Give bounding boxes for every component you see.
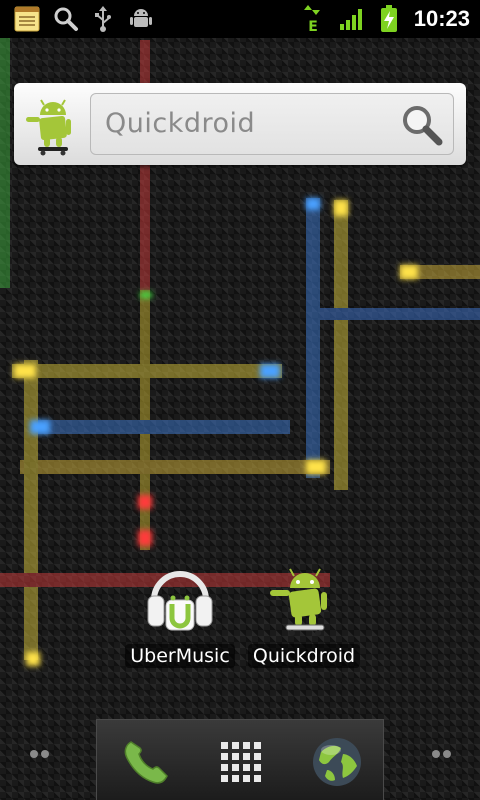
app-shortcut-quickdroid[interactable]: Quickdroid xyxy=(244,560,364,672)
app-label-quickdroid: Quickdroid xyxy=(247,644,361,668)
status-bar: E 10:23 xyxy=(0,0,480,38)
usb-icon xyxy=(92,5,114,33)
app-shortcut-ubermusic[interactable]: UberMusic xyxy=(120,560,240,672)
edge-data-icon: E xyxy=(302,5,324,33)
search-icon[interactable] xyxy=(52,5,80,33)
signal-icon xyxy=(338,5,366,33)
app-label-ubermusic: UberMusic xyxy=(125,644,235,668)
browser-globe-icon[interactable] xyxy=(309,734,365,790)
android-debug-icon xyxy=(128,5,154,33)
magnifier-icon[interactable] xyxy=(399,102,445,148)
search-placeholder: Quickdroid xyxy=(105,108,256,139)
page-indicator-left[interactable] xyxy=(30,750,49,758)
battery-charging-icon xyxy=(378,5,400,33)
search-input[interactable]: Quickdroid xyxy=(90,93,454,155)
dock xyxy=(96,719,384,800)
notes-icon[interactable] xyxy=(12,5,42,33)
quickdroid-search-widget[interactable]: Quickdroid xyxy=(14,83,466,165)
headphones-icon xyxy=(120,560,240,638)
phone-icon[interactable] xyxy=(117,734,173,790)
svg-text:E: E xyxy=(308,19,318,33)
quickdroid-logo-icon[interactable] xyxy=(26,91,80,157)
status-clock: 10:23 xyxy=(413,6,470,31)
app-drawer-icon[interactable] xyxy=(213,734,269,790)
android-skateboard-icon xyxy=(244,560,364,638)
page-indicator-right[interactable] xyxy=(432,750,451,758)
